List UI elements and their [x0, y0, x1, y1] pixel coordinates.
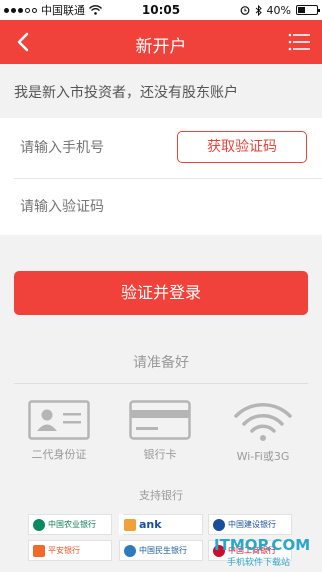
abc-logo-icon — [33, 518, 45, 531]
bank-logo-abc: 中国农业银行 — [28, 514, 112, 535]
form-divider — [14, 178, 322, 179]
menu-icon[interactable] — [288, 33, 310, 51]
bank-name: 中国建设银行 — [228, 520, 276, 529]
battery-percent: 40% — [266, 3, 291, 17]
bank-name: 平安银行 — [48, 546, 80, 555]
watermark-text: ITMOP.COM — [214, 536, 311, 554]
battery-icon — [296, 5, 320, 15]
bluetooth-icon — [255, 4, 262, 16]
new-investor-tip: 我是新入市投资者，还没有股东账户 — [14, 85, 238, 101]
status-right: 40% — [240, 0, 320, 20]
site-watermark: ITMOP.COM — [214, 536, 310, 554]
verify-login-button[interactable]: 验证并登录 — [14, 271, 308, 315]
phone-input[interactable] — [20, 140, 170, 156]
id-card-icon — [28, 400, 90, 440]
get-code-button[interactable]: 获取验证码 — [177, 131, 307, 163]
ccb-logo-icon — [213, 518, 225, 531]
supported-banks-title: 支持银行 — [139, 489, 183, 502]
bank-name: 中国民生银行 — [139, 546, 187, 555]
bank-logo-pingan: 平安银行 — [28, 540, 112, 561]
prepare-title: 请准备好 — [133, 355, 189, 371]
prepare-item-network: Wi-Fi或3G — [223, 400, 303, 464]
prepare-item-label: 二代身份证 — [31, 448, 87, 461]
bank-card-icon — [129, 400, 191, 440]
code-input[interactable] — [20, 199, 170, 215]
prepare-item-bank-card: 银行卡 — [120, 400, 200, 462]
prepare-item-id-card: 二代身份证 — [19, 400, 99, 462]
page-title: 新开户 — [135, 37, 187, 57]
prepare-divider — [14, 383, 308, 384]
bank-logo-ccb: 中国建设银行 — [208, 514, 292, 535]
nav-bar: 新开户 — [0, 20, 322, 64]
wifi-icon — [234, 402, 292, 441]
status-bar: 中国联通 10:05 40% — [0, 0, 322, 20]
watermark-subtitle: 手机软件下载站 — [227, 558, 291, 568]
prepare-item-label: Wi-Fi或3G — [236, 450, 290, 463]
prepare-item-label: 银行卡 — [143, 448, 177, 461]
bank-logo-cmbc: 中国民生银行 — [119, 540, 203, 561]
alarm-icon — [240, 6, 249, 15]
cmbc-logo-icon — [124, 544, 136, 557]
pingan-logo-icon — [33, 544, 45, 557]
bank-name: 中国农业银行 — [48, 520, 96, 529]
